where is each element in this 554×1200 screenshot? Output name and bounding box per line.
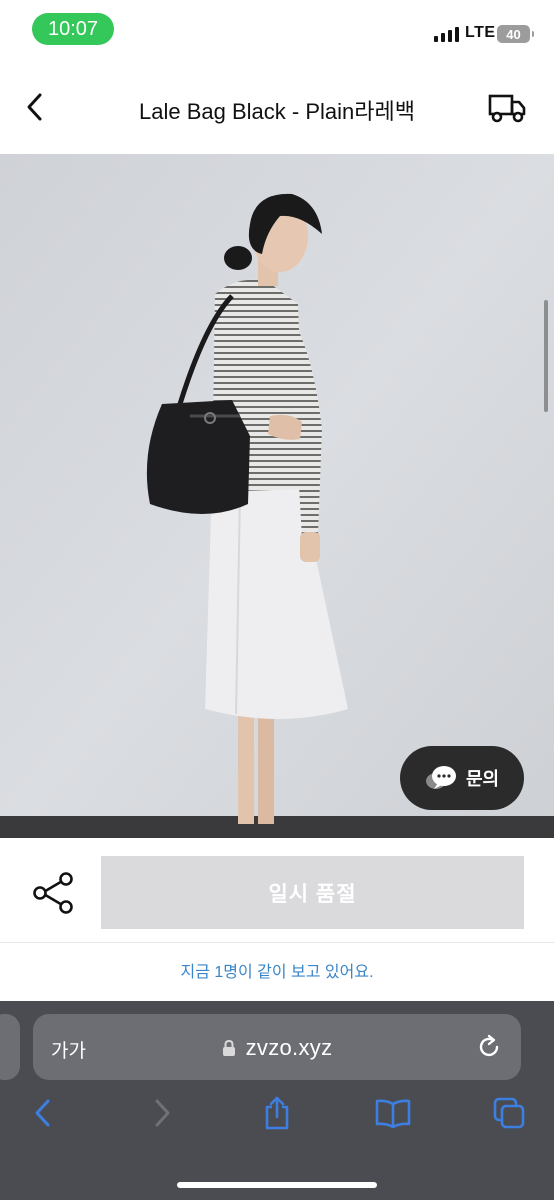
purchase-actions: 일시 품절 — [0, 838, 554, 942]
status-bar: 10:07 LTE 40 — [0, 0, 554, 62]
battery-level: 40 — [506, 26, 521, 42]
url-text: zvzo.xyz — [245, 1035, 333, 1060]
browser-toolbar: 가가 zvzo.xyz — [0, 1001, 554, 1200]
status-time[interactable]: 10:07 — [32, 13, 114, 45]
browser-share-button[interactable] — [257, 1093, 297, 1133]
chat-bubbles-icon — [426, 766, 456, 789]
home-indicator[interactable] — [177, 1182, 377, 1188]
battery-icon: 40 — [497, 25, 534, 43]
url-display[interactable]: zvzo.xyz — [33, 1035, 521, 1061]
product-image[interactable] — [0, 154, 554, 838]
signal-icon — [434, 26, 459, 42]
reload-icon — [479, 1034, 499, 1057]
product-photo — [0, 154, 554, 838]
share-icon — [265, 1096, 289, 1130]
inquiry-label: 문의 — [466, 769, 500, 789]
soldout-button[interactable]: 일시 품절 — [101, 856, 524, 929]
reload-button[interactable] — [475, 1033, 503, 1061]
browser-bookmarks-button[interactable] — [373, 1093, 413, 1133]
previous-tab[interactable] — [0, 1014, 20, 1080]
bookmarks-icon — [375, 1099, 411, 1128]
share-button[interactable] — [30, 870, 76, 916]
lock-icon — [222, 1039, 235, 1056]
scroll-indicator[interactable] — [544, 300, 548, 412]
browser-nav — [0, 1093, 554, 1143]
delivery-button[interactable] — [487, 90, 527, 126]
share-icon — [33, 872, 73, 914]
viewer-count-text: 지금 1명이 같이 보고 있어요. — [180, 964, 374, 981]
back-button[interactable] — [18, 90, 52, 124]
inquiry-button[interactable]: 문의 — [400, 746, 524, 810]
tabs-icon — [493, 1097, 525, 1129]
browser-back-button[interactable] — [23, 1093, 63, 1133]
browser-forward-button[interactable] — [142, 1093, 182, 1133]
forward-icon — [155, 1099, 170, 1127]
address-bar[interactable]: 가가 zvzo.xyz — [33, 1014, 521, 1080]
back-icon — [35, 1099, 50, 1127]
page-title: Lale Bag Black - Plain라레백 — [139, 99, 415, 124]
page-header: Lale Bag Black - Plain라레백 — [0, 62, 554, 154]
network-type: LTE — [465, 24, 496, 41]
truck-icon — [488, 94, 526, 123]
browser-tabs-button[interactable] — [489, 1093, 529, 1133]
divider — [0, 942, 554, 943]
chevron-left-icon — [27, 93, 42, 121]
